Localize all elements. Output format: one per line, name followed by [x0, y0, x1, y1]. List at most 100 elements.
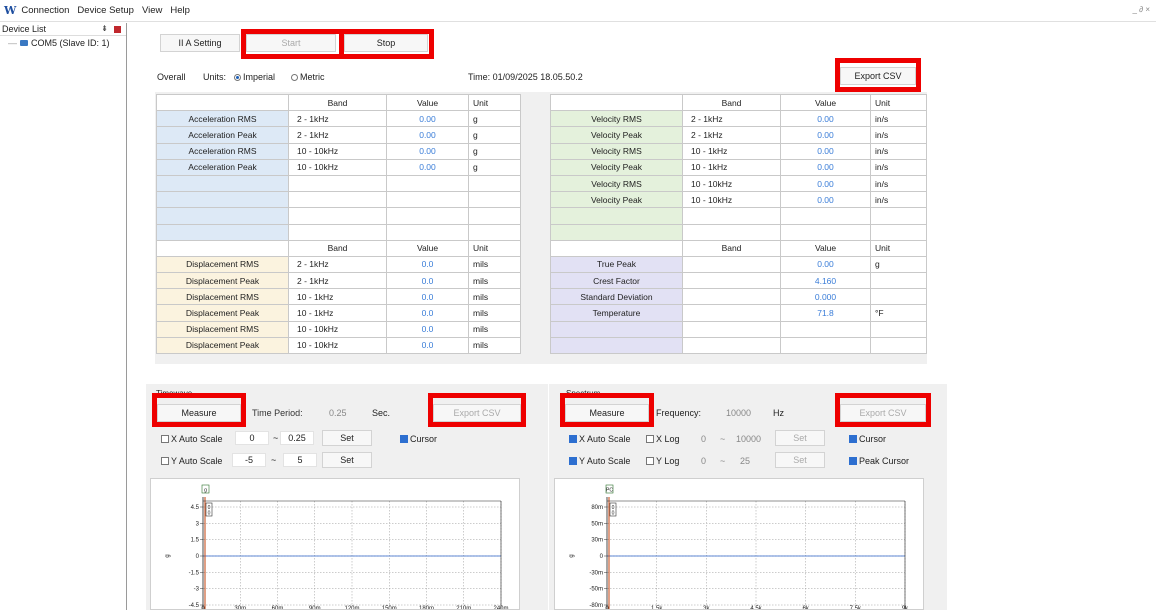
spectrum-peak-cursor-checkbox[interactable]: Peak Cursor	[849, 456, 909, 466]
spectrum-x-auto-checkbox[interactable]: X Auto Scale	[569, 434, 631, 444]
spectrum-x-log-checkbox[interactable]: X Log	[646, 434, 680, 444]
y-tick-label: 30m	[591, 538, 603, 544]
band-cell	[682, 288, 781, 306]
column-header: Unit	[468, 239, 521, 257]
time-readout: Time: 01/09/2025 18.05.50.2	[468, 72, 583, 82]
band-cell	[682, 255, 781, 274]
imperial-radio[interactable]: Imperial	[234, 72, 275, 82]
unit-cell	[870, 288, 927, 306]
band-cell: 10 - 1kHz	[682, 158, 781, 176]
spectrum-y-min: 0	[701, 456, 707, 466]
tilde-label: ~	[273, 433, 279, 443]
y-auto-label: Y Auto Scale	[579, 456, 631, 466]
plot-background	[151, 479, 519, 609]
column-header	[156, 93, 289, 112]
pin-icon[interactable]: ⇟	[101, 24, 108, 33]
x-tick-label: 120m	[344, 606, 359, 610]
unit-cell: in/s	[870, 174, 927, 193]
device-list-header: Device List ⇟	[0, 23, 126, 36]
spectrum-y-set-button[interactable]: Set	[775, 452, 825, 468]
time-period-unit: Sec.	[372, 408, 391, 418]
unit-cell: mils	[468, 336, 521, 355]
close-icon[interactable]	[114, 26, 121, 33]
value-cell: 0.00	[780, 126, 871, 144]
x-tick-label: 4.5k	[750, 606, 762, 610]
table-row: Standard Deviation 0.000	[550, 288, 927, 306]
frequency-label: Frequency:	[656, 408, 702, 418]
timewave-cursor-checkbox[interactable]: Cursor	[400, 434, 437, 444]
menu-help[interactable]: Help	[170, 5, 190, 16]
measurement-cell: Temperature	[550, 304, 683, 322]
timewave-plot[interactable]: g4.531.50-1.5-3-4.5030m60m90m120m150m180…	[150, 478, 520, 610]
unit-cell: in/s	[870, 110, 927, 128]
unit-cell	[870, 336, 927, 355]
x-tick-label: 1.5k	[651, 606, 663, 610]
tree-line-icon: —	[8, 38, 17, 48]
frequency-unit: Hz	[773, 408, 784, 418]
y-axis-label: g	[569, 554, 575, 557]
timewave-y-max-field[interactable]: 5	[283, 453, 317, 467]
highlight-stop	[339, 29, 434, 59]
timewave-x-min-field[interactable]: 0	[235, 431, 269, 445]
device-list-title: Device List	[2, 24, 47, 34]
table-row	[550, 207, 927, 225]
menu-connection[interactable]: Connection	[21, 5, 69, 16]
table-header-row: Band Value Unit	[550, 93, 927, 112]
cursor-readout-value: 0	[612, 511, 615, 517]
menu-device-setup[interactable]: Device Setup	[77, 5, 134, 16]
spectrum-x-set-button[interactable]: Set	[775, 430, 825, 446]
column-header: Value	[386, 93, 469, 112]
checkbox-on-icon	[569, 457, 577, 465]
spectrum-y-auto-checkbox[interactable]: Y Auto Scale	[569, 456, 630, 466]
x-tick-label: 150m	[382, 606, 397, 610]
checkbox-on-icon	[849, 435, 857, 443]
y-tick-label: -3	[194, 587, 200, 593]
value-cell: 0.00	[386, 126, 469, 144]
column-header: Value	[780, 239, 871, 257]
x-tick-label: 7.5k	[850, 606, 862, 610]
x-tick-label: 180m	[419, 606, 434, 610]
y-tick-label: 50m	[591, 521, 603, 527]
cursor-label: Cursor	[410, 434, 438, 444]
band-cell: 10 - 10kHz	[288, 320, 387, 338]
spectrum-plot[interactable]: PC80m50m30m0-30m-50m-80m01.5k3k4.5k6k7.5…	[554, 478, 924, 610]
timewave-x-set-button[interactable]: Set	[322, 430, 372, 446]
table-row: Velocity Peak 10 - 10kHz 0.00 in/s	[550, 191, 927, 209]
metric-radio[interactable]: Metric	[291, 72, 325, 82]
window-controls[interactable]: _ ∂ ×	[1132, 5, 1150, 14]
timewave-y-auto-checkbox[interactable]: Y Auto Scale	[161, 456, 222, 466]
timewave-y-set-button[interactable]: Set	[322, 452, 372, 468]
spectrum-y-log-checkbox[interactable]: Y Log	[646, 456, 679, 466]
highlight-timewave-measure	[152, 393, 246, 427]
table-header-row: Band Value Unit	[550, 239, 927, 257]
x-tick-label: 9k	[902, 606, 909, 610]
unit-cell: g	[468, 110, 521, 128]
time-period-value: 0.25	[329, 408, 347, 418]
spectrum-cursor-checkbox[interactable]: Cursor	[849, 434, 886, 444]
timewave-x-max-field[interactable]: 0.25	[280, 431, 314, 445]
unit-cell: g	[468, 142, 521, 160]
tree-item-com5[interactable]: — COM5 (Slave ID: 1)	[0, 36, 126, 50]
unit-cell: in/s	[870, 158, 927, 176]
band-cell: 10 - 1kHz	[288, 304, 387, 322]
unit-cell: °F	[870, 304, 927, 322]
x-tick-label: 60m	[272, 606, 284, 610]
measurement-cell: True Peak	[550, 255, 683, 274]
table-row: Crest Factor 4.160	[550, 272, 927, 290]
value-cell: 0.00	[780, 255, 871, 274]
menu-view[interactable]: View	[142, 5, 162, 16]
band-cell: 10 - 10kHz	[682, 191, 781, 209]
band-cell	[288, 191, 387, 209]
y-tick-label: -80m	[589, 603, 603, 609]
timewave-x-auto-checkbox[interactable]: X Auto Scale	[161, 434, 223, 444]
unit-cell	[870, 272, 927, 290]
value-cell: 0.0	[386, 272, 469, 290]
checkbox-on-icon	[569, 435, 577, 443]
measurement-cell: Velocity RMS	[550, 142, 683, 160]
timewave-y-min-field[interactable]: -5	[232, 453, 266, 467]
unit-cell	[468, 207, 521, 225]
value-cell: 0.000	[780, 288, 871, 306]
measurement-cell: Acceleration Peak	[156, 158, 289, 176]
setting-button[interactable]: II A Setting	[160, 34, 240, 52]
unit-cell	[870, 207, 927, 225]
